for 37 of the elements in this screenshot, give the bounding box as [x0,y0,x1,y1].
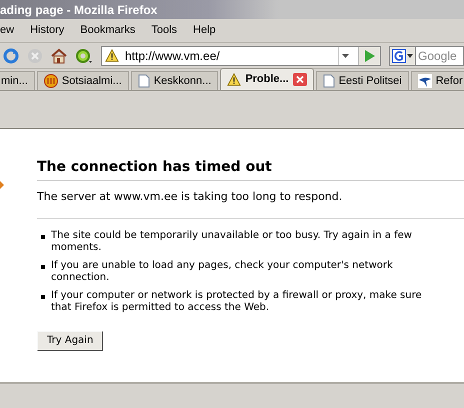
suggestion-text: If you are unable to load any pages, check your computer's network connection. [51,260,394,284]
dropdown-arrow-icon[interactable] [338,46,352,64]
menu-item[interactable]: ew [0,22,14,39]
page-icon [322,74,335,88]
tab[interactable]: min... [0,71,35,90]
tab[interactable]: Refor [410,71,464,90]
search-engine-button[interactable] [389,46,416,66]
bird-logo-icon [418,74,432,88]
error-message: The server at www.vm.ee is taking too long to respond. [37,189,464,218]
menu-item[interactable]: Help [193,22,216,39]
search-field[interactable]: Google [416,46,464,66]
tab[interactable]: Sotsiaalmi... [36,71,129,90]
error-heading: The connection has timed out [37,157,464,181]
menu-item[interactable]: History [30,22,64,39]
suggestion-text: The site could be temporarily unavailable or too busy. Try again in a few moments. [51,230,413,254]
address-field[interactable]: http://www.vm.ee/ [101,46,381,66]
menu-item[interactable]: Bookmarks [80,22,136,39]
page-icon [138,74,150,88]
search-engine-icon [392,48,406,62]
go-arrow-icon [364,50,374,62]
gear-icon[interactable] [75,48,93,64]
caret-icon [407,54,413,58]
window-title: ading page - Mozilla Firefox [0,2,158,18]
tab[interactable]: Proble... [220,68,314,90]
reload-icon[interactable] [3,48,19,64]
menu-item[interactable]: Tools [151,22,178,39]
go-button[interactable] [358,46,380,64]
seal-icon [44,74,58,88]
close-icon[interactable] [292,73,307,86]
bullet-icon [41,264,45,268]
tab[interactable]: Keskkonn... [130,71,218,90]
try-again-button[interactable]: Try Again [37,330,104,350]
tab[interactable]: Eesti Politsei [316,71,409,90]
bullet-icon [41,234,45,238]
home-icon[interactable] [51,48,67,64]
suggestion-text: If your computer or network is protected by a firewall or proxy, make sure that Firefox is permitted to access the Web. [51,290,423,314]
bullet-icon [41,294,45,298]
